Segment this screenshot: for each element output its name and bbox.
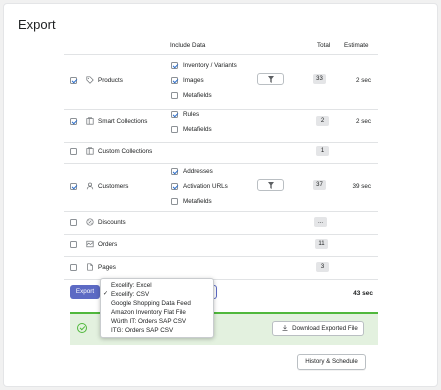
products-checkbox[interactable] [70, 77, 77, 84]
customer-icon [86, 182, 94, 190]
format-option[interactable]: Amazon Inventory Flat File [101, 308, 213, 317]
products-inventory-checkbox[interactable] [171, 62, 178, 69]
collection-icon [86, 147, 94, 155]
smart-collections-metafields-label: Metafields [183, 126, 212, 133]
discounts-checkbox[interactable] [70, 219, 77, 226]
format-option[interactable]: ITG: Orders SAP CSV [101, 326, 213, 335]
customers-estimate: 39 sec [352, 183, 371, 190]
products-metafields-checkbox[interactable] [171, 92, 178, 99]
pages-checkbox[interactable] [70, 264, 77, 271]
page-title: Export [18, 17, 56, 32]
products-filter-button[interactable] [257, 73, 284, 85]
collection-icon [86, 117, 94, 125]
discount-icon [86, 218, 94, 226]
custom-collections-label: Custom Collections [98, 148, 153, 155]
smart-collections-label: Smart Collections [98, 118, 148, 125]
orders-icon [86, 240, 94, 248]
orders-total-badge: 11 [315, 239, 328, 249]
export-row-smart-collections [64, 109, 378, 142]
customers-metafields-label: Metafields [183, 198, 212, 205]
page-icon [86, 263, 94, 271]
estimate-header: Estimate [344, 42, 369, 49]
format-option[interactable]: Google Shopping Data Feed [101, 299, 213, 308]
orders-label: Orders [98, 241, 118, 248]
smart-collections-rules-label: Rules [183, 111, 200, 118]
discounts-total-badge: ... [314, 217, 327, 227]
products-total-badge: 33 [313, 74, 326, 84]
smart-collections-metafields-checkbox[interactable] [171, 126, 178, 133]
customers-label: Customers [98, 183, 129, 190]
smart-collections-total-badge: 2 [316, 116, 329, 126]
customers-metafields-checkbox[interactable] [171, 198, 178, 205]
products-inventory-label: Inventory / Variants [183, 62, 237, 69]
format-option[interactable]: Excelify: Excel [101, 281, 213, 290]
export-button[interactable]: Export [70, 285, 100, 299]
total-time: 43 sec [353, 290, 373, 297]
download-label: Download Exported File [292, 325, 358, 332]
discounts-label: Discounts [98, 219, 126, 226]
products-metafields-label: Metafields [183, 92, 212, 99]
pages-total-badge: 3 [316, 262, 329, 272]
smart-collections-estimate: 2 sec [355, 118, 371, 125]
pages-label: Pages [98, 264, 116, 271]
download-exported-file-button[interactable]: Download Exported File [272, 321, 364, 336]
history-schedule-button[interactable]: History & Schedule [297, 354, 366, 370]
smart-collections-rules-checkbox[interactable] [171, 111, 178, 118]
customers-activation-urls-label: Activation URLs [183, 183, 228, 190]
smart-collections-checkbox[interactable] [70, 118, 77, 125]
check-circle-icon [77, 323, 87, 333]
customers-activation-urls-checkbox[interactable] [171, 183, 178, 190]
customers-checkbox[interactable] [70, 183, 77, 190]
include-data-header: Include Data [170, 42, 206, 49]
customers-addresses-label: Addresses [183, 168, 213, 175]
filter-icon [268, 76, 274, 83]
download-icon [282, 325, 288, 331]
products-label: Products [98, 77, 123, 84]
products-estimate: 2 sec [355, 77, 371, 84]
customers-filter-button[interactable] [257, 179, 284, 191]
custom-collections-checkbox[interactable] [70, 148, 77, 155]
customers-total-badge: 37 [313, 180, 326, 190]
format-option-selected[interactable]: ✓ Excelify: CSV [101, 290, 213, 299]
format-option[interactable]: Würth IT: Orders SAP CSV [101, 317, 213, 326]
total-header: Total [317, 42, 331, 49]
custom-collections-total-badge: 1 [316, 146, 329, 156]
orders-checkbox[interactable] [70, 241, 77, 248]
tag-icon [86, 76, 94, 84]
format-dropdown[interactable]: Excelify: Excel ✓ Excelify: CSV Google Sh… [100, 278, 214, 338]
checkmark-icon: ✓ [103, 291, 109, 297]
products-images-checkbox[interactable] [171, 77, 178, 84]
products-images-label: Images [183, 77, 204, 84]
filter-icon [268, 182, 274, 189]
customers-addresses-checkbox[interactable] [171, 168, 178, 175]
